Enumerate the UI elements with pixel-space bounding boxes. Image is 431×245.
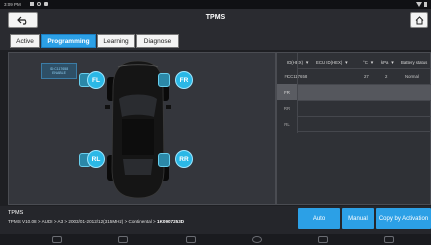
nav-home-icon[interactable]	[318, 236, 328, 243]
sensor-rr-icon	[158, 153, 170, 167]
status-time: 3:09 PM	[4, 2, 21, 7]
system-nav-bar	[0, 234, 431, 245]
manual-button[interactable]: Manual	[342, 208, 374, 229]
row-label-rl: RL	[284, 121, 290, 127]
tab-active[interactable]: Active	[10, 34, 40, 48]
page-title: TPMS	[205, 14, 226, 21]
nav-back-icon[interactable]	[384, 236, 394, 243]
bottom-info-bar: TPMS TPMS V10.08 > AUDI > A3 > 2003/01-2…	[0, 206, 431, 234]
tire-badge-rr[interactable]: RR	[175, 150, 193, 168]
tab-bar: Active Programming Learning Diagnose	[0, 32, 431, 50]
screenshot-icon[interactable]	[118, 236, 128, 243]
tire-badge-rl[interactable]: RL	[87, 150, 105, 168]
tab-learning[interactable]: Learning	[97, 34, 135, 48]
sync-icon	[37, 2, 41, 6]
part-number: 1K0907253D	[157, 219, 185, 224]
cell-kpa: 2	[385, 74, 388, 79]
tab-diagnose[interactable]: Diagnose	[136, 34, 179, 48]
battery-icon	[424, 2, 427, 7]
wifi-icon	[416, 2, 422, 7]
row-label-rr: RR	[283, 105, 291, 111]
tire-badge-fl[interactable]: FL	[87, 71, 105, 89]
browser-icon[interactable]	[252, 236, 262, 243]
tire-badge-fr[interactable]: FR	[175, 71, 193, 89]
title-bar: TPMS	[0, 9, 431, 32]
sensor-data-table: ID(HEX) ▼ ECU ID(HEX) ▼ °C ▼ kPa ▼ Battery s…	[276, 52, 431, 205]
vehicle-path: TPMS V10.08 > AUDI > A3 > 2003/01-2012/1…	[8, 219, 184, 224]
notification-icon	[30, 2, 34, 6]
table-row[interactable]	[297, 100, 431, 116]
table-row[interactable]: CC117658 27 2 Normal	[287, 68, 431, 84]
column-header-temp-label: °C	[363, 59, 368, 65]
column-divider	[297, 53, 298, 133]
column-header-battery-label: Battery status	[401, 59, 428, 65]
column-header-kpa-label: kPa	[381, 59, 389, 65]
sort-down-icon: ▼	[390, 59, 395, 65]
row-label-fr: FR	[277, 84, 297, 100]
sort-down-icon: ▼	[305, 59, 310, 65]
table-row[interactable]	[297, 84, 431, 100]
settings-icon	[44, 2, 48, 6]
auto-button[interactable]: Auto	[298, 208, 340, 229]
sensor-id-overlay: ID:C117658 ENABLE	[41, 63, 77, 79]
cell-battery: Normal	[405, 74, 419, 79]
footer-title: TPMS	[8, 210, 24, 216]
table-row[interactable]	[297, 116, 431, 132]
copy-by-activation-button[interactable]: Copy by Activation	[376, 208, 431, 229]
sensor-status-text: ENABLE	[52, 71, 66, 75]
vci-icon[interactable]	[52, 236, 62, 243]
home-button[interactable]	[410, 12, 428, 28]
car-diagram-panel: ID:C117658 ENABLE FL FR RL RR	[8, 52, 276, 205]
image-icon[interactable]	[186, 236, 196, 243]
vehicle-path-text: TPMS V10.08 > AUDI > A3 > 2003/01-2012/1…	[8, 219, 158, 224]
home-icon	[415, 15, 423, 24]
column-header-id-label: ID(HEX)	[287, 59, 303, 65]
sensor-fr-icon	[158, 73, 170, 87]
column-header-ecu-label: ECU ID(HEX)	[316, 59, 343, 65]
sort-down-icon: ▼	[344, 59, 349, 65]
sort-down-icon: ▼	[369, 59, 375, 65]
tab-programming[interactable]: Programming	[41, 34, 96, 48]
cell-temp: 27	[364, 74, 369, 79]
status-bar: 3:09 PM	[0, 0, 431, 9]
